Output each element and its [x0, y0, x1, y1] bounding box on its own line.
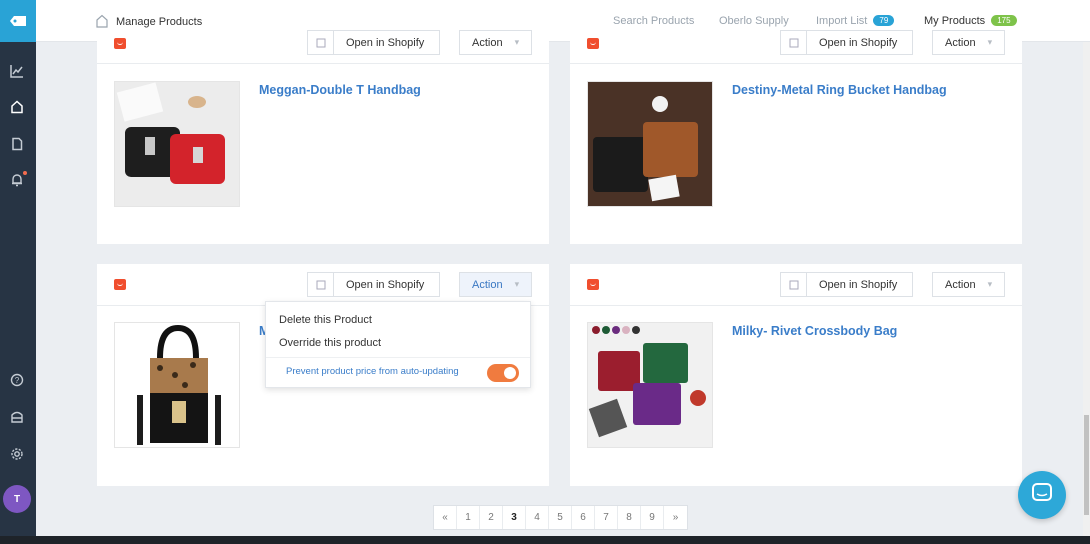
- action-button[interactable]: Action ▾: [459, 30, 533, 55]
- open-in-shopify-button[interactable]: Open in Shopify: [780, 272, 913, 297]
- pagination: « 1 2 3 4 5 6 7 8 9 »: [433, 505, 688, 530]
- product-card: Open in Shopify Action ▾ Destiny-Metal R…: [570, 30, 1022, 244]
- action-label: Action: [472, 36, 503, 49]
- open-in-shopify-button[interactable]: Open in Shopify: [780, 30, 913, 55]
- product-image[interactable]: [587, 322, 713, 448]
- product-name[interactable]: Destiny-Metal Ring Bucket Handbag: [732, 83, 947, 97]
- notifications-icon[interactable]: [8, 171, 27, 189]
- open-in-shopify-button[interactable]: Open in Shopify: [307, 272, 440, 297]
- product-card: Open in Shopify Action ▾ Meggan-Double T…: [97, 30, 549, 244]
- delete-product-option[interactable]: Delete this Product: [279, 314, 372, 326]
- oberlo-logo[interactable]: [0, 0, 36, 42]
- divider: [570, 63, 1022, 64]
- settings-icon[interactable]: [8, 445, 26, 463]
- chevron-down-icon: ▾: [987, 279, 993, 289]
- pagination-page[interactable]: 9: [641, 506, 664, 529]
- divider: [570, 305, 1022, 306]
- shopify-bag-icon: [114, 279, 126, 290]
- sidebar: ? T: [0, 0, 36, 536]
- prevent-price-update-row: Prevent product price from auto-updating: [266, 357, 530, 385]
- action-label: Action: [945, 36, 976, 49]
- action-button[interactable]: Action ▾: [932, 30, 1006, 55]
- pagination-page[interactable]: 6: [572, 506, 595, 529]
- product-name[interactable]: Milky- Rivet Crossbody Bag: [732, 324, 897, 338]
- shopify-bag-icon: [587, 279, 599, 290]
- analytics-icon[interactable]: [8, 62, 26, 80]
- home-icon[interactable]: [8, 98, 26, 116]
- prevent-price-update-label: Prevent product price from auto-updating: [286, 366, 459, 377]
- nav-import-list[interactable]: Import List 79: [816, 15, 895, 27]
- svg-text:?: ?: [15, 376, 20, 385]
- open-in-shopify-label: Open in Shopify: [346, 36, 425, 49]
- orders-icon[interactable]: [8, 135, 26, 153]
- pagination-page[interactable]: 5: [549, 506, 572, 529]
- product-image[interactable]: [114, 81, 240, 207]
- edit-icon: [308, 31, 334, 54]
- prevent-price-update-toggle[interactable]: [487, 364, 519, 382]
- pagination-prev[interactable]: «: [434, 506, 457, 529]
- pagination-page[interactable]: 8: [618, 506, 641, 529]
- scrollbar-thumb[interactable]: [1084, 415, 1089, 515]
- edit-icon: [781, 31, 807, 54]
- chevron-down-icon: ▾: [514, 37, 520, 47]
- pagination-page[interactable]: 2: [480, 506, 503, 529]
- shopify-bag-icon: [587, 38, 599, 49]
- os-taskbar: [0, 536, 1090, 544]
- edit-icon: [781, 273, 807, 296]
- pagination-page[interactable]: 1: [457, 506, 480, 529]
- my-products-count-badge: 175: [991, 15, 1017, 26]
- chat-launcher-button[interactable]: [1018, 471, 1066, 519]
- help-icon[interactable]: ?: [8, 371, 26, 389]
- pagination-page[interactable]: 7: [595, 506, 618, 529]
- shopify-bag-icon: [114, 38, 126, 49]
- product-image[interactable]: [587, 81, 713, 207]
- action-dropdown-menu: Delete this Product Override this produc…: [265, 301, 531, 388]
- product-image[interactable]: [114, 322, 240, 448]
- nav-my-products-label: My Products: [924, 15, 986, 27]
- override-product-option[interactable]: Override this product: [279, 337, 381, 349]
- pagination-next[interactable]: »: [664, 506, 687, 529]
- chat-icon: [1031, 482, 1053, 509]
- open-in-shopify-label: Open in Shopify: [346, 278, 425, 291]
- pagination-page[interactable]: 4: [526, 506, 549, 529]
- nav-import-list-label: Import List: [816, 15, 868, 27]
- nav-oberlo-supply[interactable]: Oberlo Supply: [719, 15, 789, 27]
- product-name[interactable]: Meggan-Double T Handbag: [259, 83, 421, 97]
- page-title: Manage Products: [116, 16, 203, 28]
- pagination-page-current[interactable]: 3: [503, 506, 526, 529]
- divider: [97, 63, 549, 64]
- open-in-shopify-label: Open in Shopify: [819, 278, 898, 291]
- store-icon[interactable]: [8, 408, 26, 426]
- product-card: Open in Shopify Action ▾ Milky- Rivet Cr…: [570, 264, 1022, 486]
- action-button[interactable]: Action ▾: [932, 272, 1006, 297]
- user-avatar[interactable]: T: [3, 485, 31, 513]
- import-list-count-badge: 79: [873, 15, 895, 26]
- action-label: Action: [945, 278, 976, 291]
- chevron-down-icon: ▾: [514, 279, 520, 289]
- nav-my-products[interactable]: My Products 175: [924, 15, 1017, 27]
- edit-icon: [308, 273, 334, 296]
- open-in-shopify-label: Open in Shopify: [819, 36, 898, 49]
- action-button[interactable]: Action ▾: [459, 272, 533, 297]
- nav-search-products[interactable]: Search Products: [613, 15, 694, 27]
- notification-dot: [23, 171, 27, 175]
- chevron-down-icon: ▾: [987, 37, 993, 47]
- open-in-shopify-button[interactable]: Open in Shopify: [307, 30, 440, 55]
- action-label: Action: [472, 278, 503, 291]
